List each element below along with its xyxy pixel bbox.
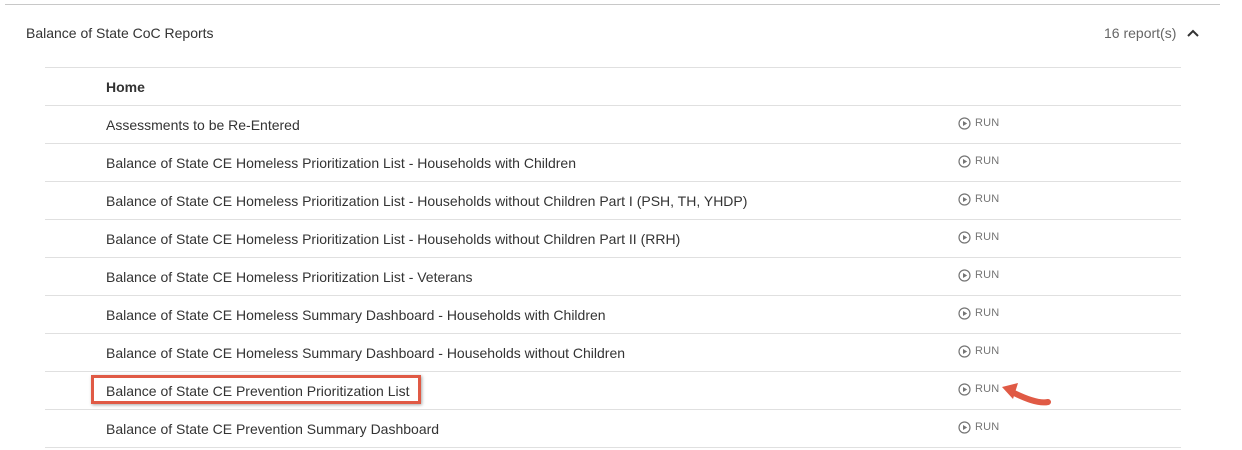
play-circle-icon: [958, 268, 971, 282]
run-button[interactable]: RUN: [958, 344, 999, 358]
run-label: RUN: [975, 117, 1000, 129]
section-header[interactable]: Balance of State CoC Reports 16 report(s…: [0, 5, 1242, 61]
play-circle-icon: [958, 230, 971, 244]
report-name[interactable]: Balance of State CE Homeless Prioritizat…: [106, 155, 576, 171]
report-row: Balance of State CE Homeless Prioritizat…: [45, 181, 1181, 219]
report-row: Balance of State CE Prevention Summary D…: [45, 409, 1181, 448]
highlight-annotation: [91, 375, 421, 404]
report-name[interactable]: Assessments to be Re-Entered: [106, 117, 300, 133]
run-button[interactable]: RUN: [958, 306, 999, 320]
run-label: RUN: [975, 155, 1000, 167]
play-circle-icon: [958, 306, 971, 320]
report-row: Balance of State CE Homeless Summary Das…: [45, 295, 1181, 333]
report-row: Balance of State CE Homeless Prioritizat…: [45, 219, 1181, 257]
play-circle-icon: [958, 382, 971, 396]
group-header-row: Home: [45, 67, 1181, 105]
group-label: Home: [106, 79, 145, 95]
report-row: Balance of State CE Homeless Prioritizat…: [45, 143, 1181, 181]
run-button[interactable]: RUN: [958, 116, 999, 130]
play-circle-icon: [958, 344, 971, 358]
report-name[interactable]: Balance of State CE Prevention Summary D…: [106, 421, 439, 437]
play-circle-icon: [958, 420, 971, 434]
arrow-annotation-icon: [1002, 383, 1051, 406]
chevron-up-icon[interactable]: [1186, 28, 1200, 38]
report-row: Balance of State CE Homeless Summary Das…: [45, 333, 1181, 371]
run-button[interactable]: RUN: [958, 192, 999, 206]
play-circle-icon: [958, 154, 971, 168]
report-row: Balance of State CE Homeless Prioritizat…: [45, 257, 1181, 295]
run-label: RUN: [975, 231, 1000, 243]
run-button[interactable]: RUN: [958, 382, 999, 396]
run-label: RUN: [975, 269, 1000, 281]
report-name[interactable]: Balance of State CE Homeless Prioritizat…: [106, 269, 473, 285]
report-name[interactable]: Balance of State CE Homeless Summary Das…: [106, 307, 606, 323]
report-name[interactable]: Balance of State CE Homeless Prioritizat…: [106, 193, 747, 209]
play-circle-icon: [958, 116, 971, 130]
run-button[interactable]: RUN: [958, 230, 999, 244]
run-button[interactable]: RUN: [958, 154, 999, 168]
run-button[interactable]: RUN: [958, 268, 999, 282]
report-name[interactable]: Balance of State CE Homeless Summary Das…: [106, 345, 625, 361]
run-label: RUN: [975, 307, 1000, 319]
report-count: 16 report(s): [1104, 25, 1177, 41]
play-circle-icon: [958, 192, 971, 206]
run-label: RUN: [975, 421, 1000, 433]
section-title: Balance of State CoC Reports: [26, 25, 214, 41]
run-label: RUN: [975, 383, 1000, 395]
report-name[interactable]: Balance of State CE Homeless Prioritizat…: [106, 231, 680, 247]
run-label: RUN: [975, 193, 1000, 205]
run-button[interactable]: RUN: [958, 420, 999, 434]
run-label: RUN: [975, 345, 1000, 357]
report-row: Assessments to be Re-Entered RUN: [45, 105, 1181, 143]
